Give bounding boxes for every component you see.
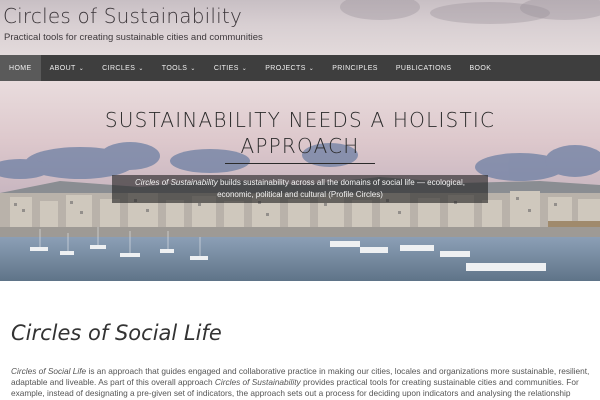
site-title[interactable]: Circles of Sustainability bbox=[3, 4, 242, 28]
nav-item-label: CITIES bbox=[213, 64, 239, 72]
nav-item-label: HOME bbox=[9, 64, 32, 72]
nav-item-home[interactable]: HOME bbox=[0, 55, 41, 81]
hero-caption-emphasis: Circles of Sustainability bbox=[135, 178, 218, 187]
chevron-down-icon: ⌄ bbox=[241, 65, 248, 72]
hero-divider bbox=[225, 163, 375, 164]
hero-heading: SUSTAINABILITY NEEDS A HOLISTIC APPROACH bbox=[104, 108, 496, 158]
nav-item-publications[interactable]: PUBLICATIONS bbox=[387, 55, 461, 81]
nav-item-label: PROJECTS bbox=[265, 64, 306, 72]
chevron-down-icon: ⌄ bbox=[190, 65, 196, 72]
nav-item-book[interactable]: BOOK bbox=[460, 55, 500, 81]
main-navigation: HOME ABOUT ⌄ CIRCLES ⌄ TOOLS ⌄ CITIES ⌄ PROJECTS ⌄… bbox=[0, 55, 600, 81]
nav-item-principles[interactable]: PRINCIPLES bbox=[323, 55, 387, 81]
nav-item-label: CIRCLES bbox=[102, 64, 136, 72]
nav-item-label: PRINCIPLES bbox=[332, 64, 378, 72]
nav-item-projects[interactable]: PROJECTS ⌄ bbox=[256, 55, 323, 81]
page-title: Circles of Social Life bbox=[11, 321, 222, 345]
intro-paragraph: Circles of Social Life is an approach th… bbox=[11, 366, 593, 399]
hero-caption: Circles of Sustainability builds sustain… bbox=[112, 175, 488, 203]
nav-item-label: BOOK bbox=[469, 64, 492, 72]
nav-item-tools[interactable]: TOOLS ⌄ bbox=[153, 55, 205, 81]
site-tagline: Practical tools for creating sustainable… bbox=[4, 32, 263, 43]
sky-cloud bbox=[340, 0, 420, 20]
site-header: Circles of Sustainability Practical tool… bbox=[0, 0, 600, 55]
nav-item-label: PUBLICATIONS bbox=[395, 64, 452, 72]
hero-caption-text: builds sustainability across all the dom… bbox=[217, 178, 465, 199]
chevron-down-icon: ⌄ bbox=[138, 65, 144, 72]
nav-item-label: TOOLS bbox=[161, 64, 188, 72]
nav-item-label: ABOUT bbox=[49, 64, 76, 72]
intro-emphasis-2: Circles of Sustainability bbox=[214, 377, 301, 387]
nav-item-circles[interactable]: CIRCLES ⌄ bbox=[93, 55, 153, 81]
hero-banner: SUSTAINABILITY NEEDS A HOLISTIC APPROACH… bbox=[0, 81, 600, 281]
chevron-down-icon: ⌄ bbox=[308, 65, 315, 72]
nav-item-cities[interactable]: CITIES ⌄ bbox=[205, 55, 256, 81]
chevron-down-icon: ⌄ bbox=[78, 65, 85, 72]
nav-item-about[interactable]: ABOUT ⌄ bbox=[41, 55, 94, 81]
intro-emphasis-1: Circles of Social Life bbox=[11, 366, 87, 376]
